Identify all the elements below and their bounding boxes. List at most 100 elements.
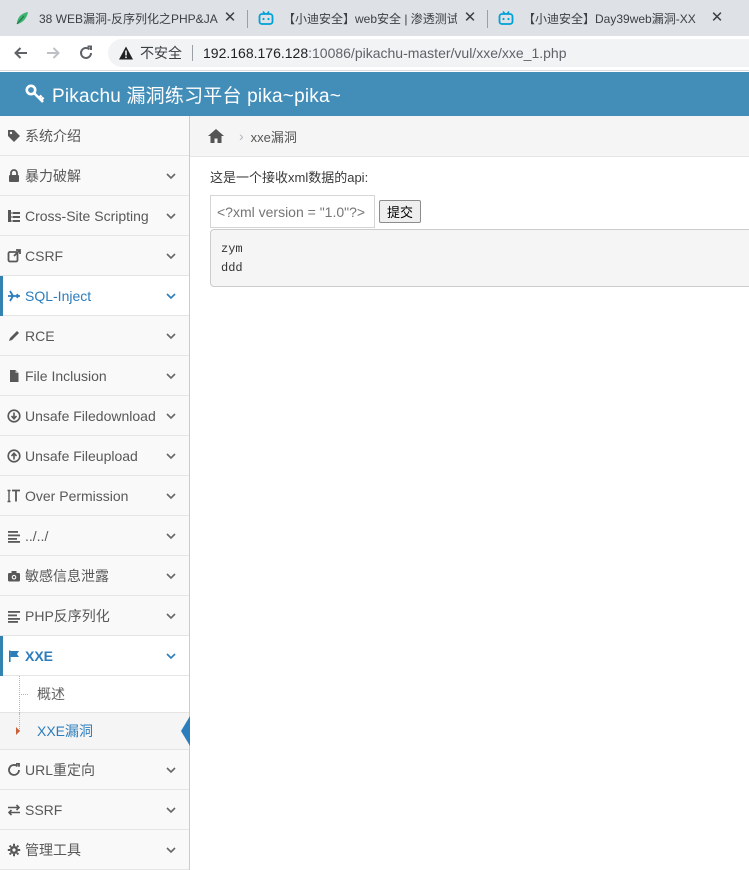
sidebar-item-label: PHP反序列化 xyxy=(25,607,110,624)
result-line: zym xyxy=(221,242,243,256)
sidebar-subitem-xxe-vuln[interactable]: XXE漏洞 xyxy=(0,713,190,750)
chevron-down-icon xyxy=(166,213,176,220)
sidebar-item-info-leak[interactable]: 敏感信息泄露 xyxy=(0,556,189,596)
tab-title: 38 WEB漏洞-反序列化之PHP&JA xyxy=(39,11,218,26)
sidebar-item-php-unserialize[interactable]: PHP反序列化 xyxy=(0,596,189,636)
chevron-down-icon xyxy=(166,807,176,814)
chevron-down-icon xyxy=(166,573,176,580)
caret-right-icon xyxy=(16,727,20,735)
home-icon[interactable] xyxy=(207,128,225,144)
sidebar-subitem-xxe-overview[interactable]: 概述 xyxy=(0,676,189,713)
sidebar-item-label: Unsafe Filedownload xyxy=(25,407,156,424)
omnibox-divider xyxy=(192,45,193,61)
sitemap-icon xyxy=(6,209,22,223)
camera-icon xyxy=(6,569,22,583)
sidebar-item-rce[interactable]: RCE xyxy=(0,316,189,356)
sidebar-item-xxe[interactable]: XXE xyxy=(0,636,189,676)
gear-icon xyxy=(6,843,22,857)
leaf-icon xyxy=(14,10,30,26)
chevron-down-icon xyxy=(166,373,176,380)
api-intro-text: 这是一个接收xml数据的api: xyxy=(210,170,369,185)
sidebar-item-unsafe-filedownload[interactable]: Unsafe Filedownload xyxy=(0,396,189,436)
xml-input[interactable] xyxy=(210,195,375,228)
plane-icon xyxy=(6,289,22,303)
sidebar-item-intro[interactable]: 系统介绍 xyxy=(0,116,189,156)
close-icon[interactable]: ✕ xyxy=(462,10,478,26)
sidebar-subitem-label: 概述 xyxy=(37,686,65,702)
tab-divider xyxy=(487,10,488,28)
active-pointer xyxy=(181,716,190,746)
close-icon[interactable]: ✕ xyxy=(222,10,238,26)
chevron-down-icon xyxy=(166,613,176,620)
browser-tab-3[interactable]: 【小迪安全】Day39web漏洞-XX ✕ xyxy=(498,0,733,36)
bilibili-icon xyxy=(258,10,274,26)
text-height-icon xyxy=(6,489,22,503)
reload-button[interactable] xyxy=(73,40,99,66)
sidebar-item-label: 暴力破解 xyxy=(25,167,81,184)
url-path: :10086/pikachu-master/vul/xxe/xxe_1.php xyxy=(308,45,567,61)
browser-tab-2[interactable]: 【小迪安全】web安全 | 渗透测试 ✕ xyxy=(258,0,486,36)
app-title[interactable]: Pikachu 漏洞练习平台 pika~pika~ xyxy=(52,81,341,108)
chevron-down-icon xyxy=(166,333,176,340)
sidebar-item-sql-inject[interactable]: SQL-Inject xyxy=(0,276,189,316)
sidebar-item-label: XXE xyxy=(25,647,54,664)
chevron-down-icon xyxy=(166,173,176,180)
breadcrumb-current: xxe漏洞 xyxy=(250,129,297,145)
warning-icon[interactable] xyxy=(118,45,134,61)
close-icon[interactable]: ✕ xyxy=(709,10,725,26)
sidebar-item-label: SQL-Inject xyxy=(25,287,92,304)
app-header: Pikachu 漏洞练习平台 pika~pika~ xyxy=(0,72,749,116)
tag-icon xyxy=(6,129,22,143)
sidebar-item-file-inclusion[interactable]: File Inclusion xyxy=(0,356,189,396)
sidebar-item-label: SSRF xyxy=(25,801,63,818)
browser-tab-1[interactable]: 38 WEB漏洞-反序列化之PHP&JA ✕ xyxy=(14,0,246,36)
url-host: 192.168.176.128 xyxy=(203,45,309,61)
upload-icon xyxy=(6,448,22,463)
chevron-down-icon xyxy=(166,533,176,540)
breadcrumb-separator: › xyxy=(239,128,244,144)
chevron-down-icon xyxy=(166,413,176,420)
sidebar-item-label: Cross-Site Scripting xyxy=(25,207,149,224)
sidebar-item-dir-traversal[interactable]: ../../ xyxy=(0,516,189,556)
back-arrow-icon xyxy=(14,47,27,59)
tab-divider xyxy=(247,10,248,28)
browser-tab-bar: 38 WEB漏洞-反序列化之PHP&JA ✕ 【小迪安全】web安全 | 渗透测… xyxy=(0,0,749,36)
sidebar-item-label: File Inclusion xyxy=(25,367,107,384)
tab-title: 【小迪安全】Day39web漏洞-XX xyxy=(523,11,696,26)
chevron-down-icon xyxy=(166,293,176,300)
sidebar-item-csrf[interactable]: CSRF xyxy=(0,236,189,276)
sidebar-item-label: URL重定向 xyxy=(25,761,96,778)
exchange-icon xyxy=(6,803,22,817)
sidebar-item-url-redirect[interactable]: URL重定向 xyxy=(0,750,189,790)
pencil-icon xyxy=(6,329,22,343)
result-line: ddd xyxy=(221,261,243,275)
sidebar-item-xss[interactable]: Cross-Site Scripting xyxy=(0,196,189,236)
chevron-down-icon xyxy=(166,453,176,460)
file-icon xyxy=(6,369,22,383)
bilibili-icon xyxy=(498,10,514,26)
flag-icon xyxy=(6,649,22,663)
url-text[interactable]: 192.168.176.128:10086/pikachu-master/vul… xyxy=(203,45,566,61)
sidebar-item-label: ../../ xyxy=(25,527,49,544)
sidebar-item-ssrf[interactable]: SSRF xyxy=(0,790,189,830)
sidebar-item-label: Over Permission xyxy=(25,487,129,504)
align-left-icon xyxy=(6,529,22,543)
download-icon xyxy=(6,408,22,423)
chevron-down-icon xyxy=(166,493,176,500)
back-button[interactable] xyxy=(8,40,34,66)
key-icon xyxy=(25,84,45,104)
submit-button[interactable]: 提交 xyxy=(379,200,421,223)
sidebar-item-over-permission[interactable]: Over Permission xyxy=(0,476,189,516)
address-bar[interactable]: 不安全 192.168.176.128:10086/pikachu-master… xyxy=(108,39,749,67)
sidebar-item-brute-force[interactable]: 暴力破解 xyxy=(0,156,189,196)
sidebar-item-unsafe-fileupload[interactable]: Unsafe Fileupload xyxy=(0,436,189,476)
security-status[interactable]: 不安全 xyxy=(140,43,182,63)
forward-button[interactable] xyxy=(40,40,66,66)
forward-arrow-icon xyxy=(47,47,60,59)
sidebar-item-admin-tools[interactable]: 管理工具 xyxy=(0,830,189,870)
sidebar-item-label: 系统介绍 xyxy=(25,127,81,144)
chevron-down-icon xyxy=(166,767,176,774)
sidebar-item-label: 管理工具 xyxy=(25,841,81,858)
chevron-down-icon xyxy=(166,253,176,260)
chevron-down-icon xyxy=(166,847,176,854)
